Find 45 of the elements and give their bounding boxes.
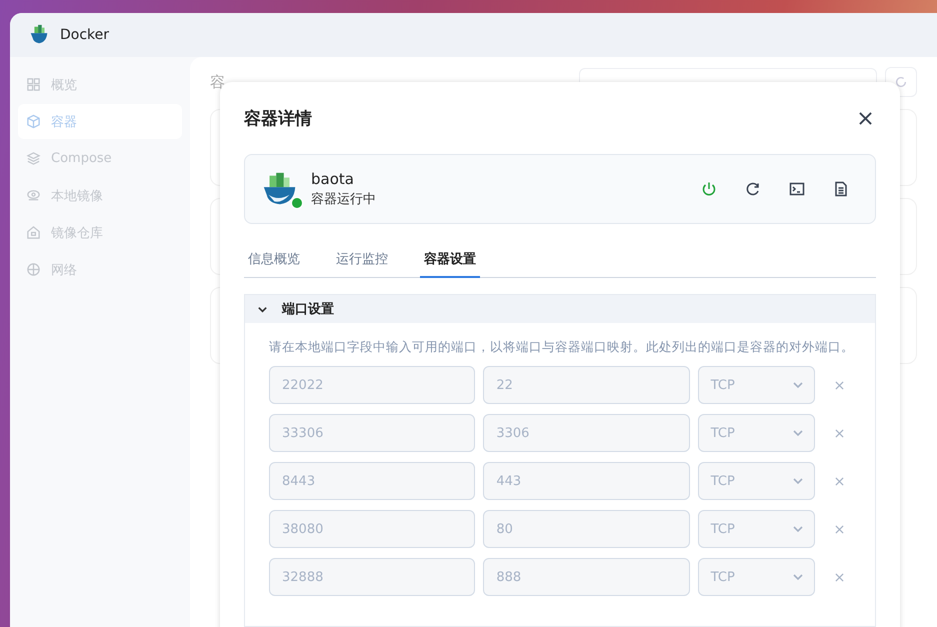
close-icon bbox=[834, 476, 844, 486]
section-header[interactable]: 端口设置 bbox=[245, 295, 875, 323]
eye-icon bbox=[26, 188, 41, 203]
app-title: Docker bbox=[60, 27, 110, 43]
cube-icon bbox=[26, 114, 41, 129]
tab[interactable]: 运行监控 bbox=[332, 246, 392, 278]
local-port-field[interactable]: 8443 bbox=[269, 462, 476, 500]
terminal-icon bbox=[789, 181, 805, 197]
protocol-select[interactable]: TCP bbox=[698, 462, 816, 500]
hint-text: 请在本地端口字段中输入可用的端口，以将端口与容器端口映射。此处列出的端口是容器的对外端口。 bbox=[269, 339, 851, 356]
container-status: 容器运行中 bbox=[311, 191, 376, 208]
protocol-select[interactable]: TCP bbox=[698, 414, 816, 452]
close-icon bbox=[834, 380, 844, 390]
dialog-title: 容器详情 bbox=[244, 108, 312, 130]
globe-icon bbox=[26, 262, 41, 277]
tab[interactable]: 容器设置 bbox=[420, 246, 480, 278]
container-port-field[interactable]: 80 bbox=[483, 510, 690, 548]
layers-icon bbox=[26, 151, 41, 166]
local-port-field[interactable]: 32888 bbox=[269, 558, 476, 596]
tab[interactable]: 信息概览 bbox=[244, 246, 304, 278]
refresh-icon bbox=[745, 181, 761, 197]
local-port-field[interactable]: 22022 bbox=[269, 366, 476, 404]
document-icon bbox=[833, 181, 849, 197]
container-name: baota bbox=[311, 170, 355, 188]
close-icon bbox=[859, 112, 872, 124]
close-icon bbox=[834, 428, 844, 438]
protocol-select[interactable]: TCP bbox=[698, 366, 816, 404]
grid-icon bbox=[26, 77, 41, 92]
container-port-field[interactable]: 22 bbox=[483, 366, 690, 404]
whale-logo-icon bbox=[28, 24, 50, 46]
power-icon bbox=[701, 181, 717, 197]
close-icon bbox=[834, 524, 844, 534]
protocol-select[interactable]: TCP bbox=[698, 558, 816, 596]
local-port-field[interactable]: 33306 bbox=[269, 414, 476, 452]
protocol-select[interactable]: TCP bbox=[698, 510, 816, 548]
section-title: 端口设置 bbox=[282, 301, 334, 318]
sidebar-item[interactable]: 容器 bbox=[18, 104, 182, 139]
house-icon bbox=[26, 225, 41, 240]
container-port-field[interactable]: 3306 bbox=[483, 414, 690, 452]
close-icon bbox=[834, 572, 844, 582]
container-port-field[interactable]: 443 bbox=[483, 462, 690, 500]
local-port-field[interactable]: 38080 bbox=[269, 510, 476, 548]
container-port-field[interactable]: 888 bbox=[483, 558, 690, 596]
refresh-icon bbox=[894, 75, 908, 89]
page-title: 容 bbox=[210, 72, 225, 92]
